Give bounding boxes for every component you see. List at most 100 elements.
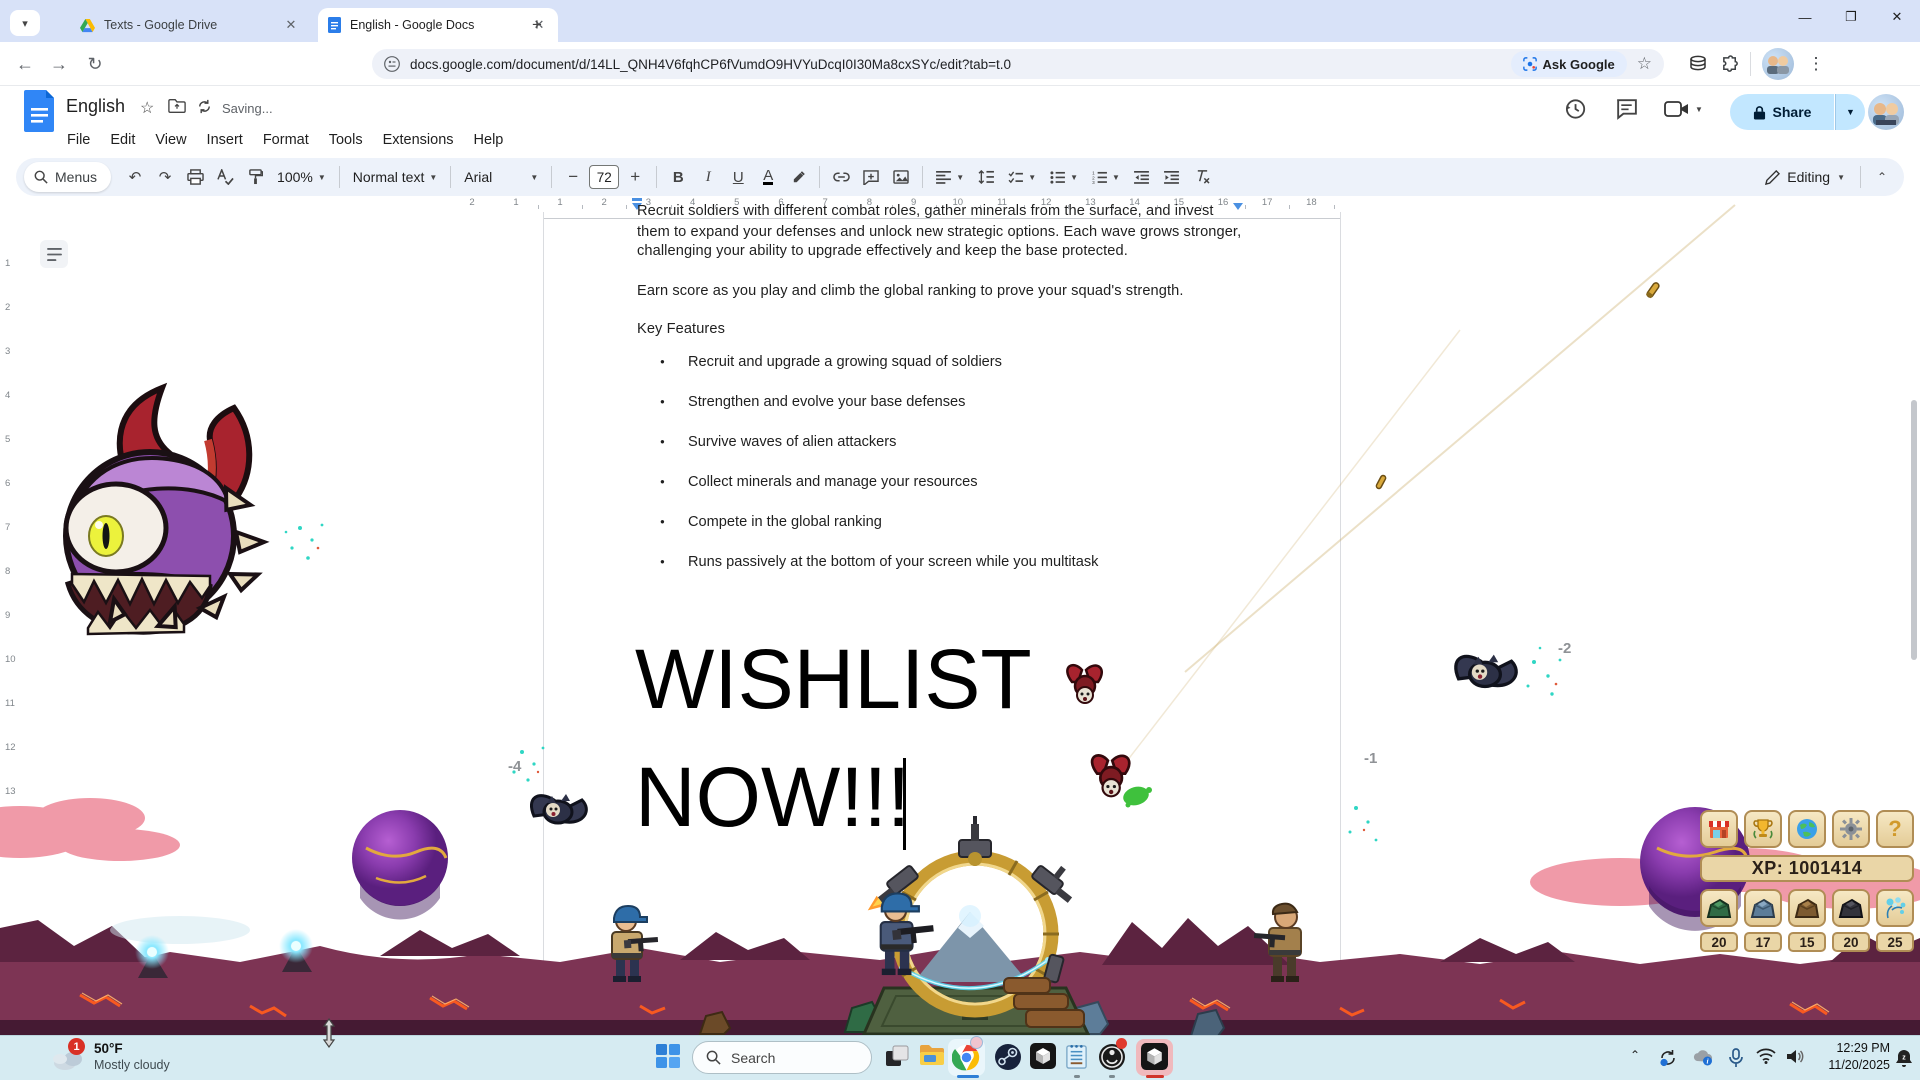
align-button[interactable]: ▼ <box>930 163 970 191</box>
tray-microphone-icon[interactable] <box>1728 1048 1744 1068</box>
browser-profile-avatar[interactable] <box>1762 48 1794 80</box>
underline-button[interactable]: U <box>724 163 752 191</box>
steam-taskbar-button[interactable] <box>994 1043 1022 1071</box>
resource-black-mineral[interactable] <box>1832 889 1870 927</box>
tab-search-button[interactable]: ▾ <box>10 10 40 36</box>
unity-taskbar-button[interactable] <box>1030 1043 1056 1069</box>
font-size-input[interactable]: 72 <box>589 165 619 189</box>
forward-button[interactable]: → <box>42 47 76 81</box>
bold-button[interactable]: B <box>664 163 692 191</box>
tray-onedrive-icon[interactable]: i <box>1692 1048 1714 1066</box>
undo-button[interactable]: ↶ <box>121 163 149 191</box>
menu-edit[interactable]: Edit <box>101 130 144 156</box>
tray-wifi-icon[interactable] <box>1756 1048 1776 1064</box>
redo-button[interactable]: ↷ <box>151 163 179 191</box>
task-view-button[interactable] <box>884 1043 910 1069</box>
increase-indent-button[interactable] <box>1158 163 1186 191</box>
tab-google-docs[interactable]: English - Google Docs ✕ <box>318 8 558 42</box>
insert-link-button[interactable] <box>827 163 855 191</box>
bookmark-star-icon[interactable]: ☆ <box>1637 54 1652 74</box>
notification-bell-icon[interactable]: z <box>1894 1048 1914 1068</box>
taskbar-search[interactable]: Search <box>692 1041 872 1074</box>
ask-google-chip[interactable]: Ask Google <box>1511 51 1627 77</box>
ruler-tick <box>1289 205 1290 209</box>
share-button[interactable]: Share <box>1730 94 1834 130</box>
join-call-button[interactable]: ▼ <box>1664 98 1703 120</box>
start-button[interactable] <box>655 1043 681 1069</box>
help-button[interactable]: ? <box>1876 810 1914 848</box>
file-explorer-button[interactable] <box>918 1043 946 1067</box>
account-avatar[interactable] <box>1868 94 1904 130</box>
insert-image-button[interactable] <box>887 163 915 191</box>
browser-menu-icon[interactable]: ⋮ <box>1802 50 1830 78</box>
menu-help[interactable]: Help <box>465 130 513 156</box>
tray-chevron-up[interactable]: ⌃ <box>1630 1048 1640 1062</box>
editing-mode-select[interactable]: Editing ▼ <box>1757 169 1853 185</box>
settings-button[interactable] <box>1832 810 1870 848</box>
chrome-running-indicator <box>957 1075 979 1078</box>
paragraph-style-select[interactable]: Normal text▼ <box>347 163 444 191</box>
resource-blue-mineral[interactable] <box>1744 889 1782 927</box>
game-taskbar-button[interactable] <box>1141 1043 1168 1070</box>
menu-tools[interactable]: Tools <box>320 130 372 156</box>
tray-sync-icon[interactable] <box>1658 1048 1678 1068</box>
menu-insert[interactable]: Insert <box>198 130 252 156</box>
italic-button[interactable]: I <box>694 163 722 191</box>
extension-stack-icon[interactable] <box>1684 50 1712 78</box>
window-maximize-button[interactable]: ❐ <box>1828 0 1874 34</box>
tab-close-icon[interactable]: ✕ <box>282 16 300 34</box>
ruler-number: 11 <box>5 698 15 709</box>
globe-button[interactable] <box>1788 810 1826 848</box>
add-comment-button[interactable] <box>857 163 885 191</box>
new-tab-button[interactable]: + <box>524 12 550 38</box>
tab-google-drive[interactable]: Texts - Google Drive ✕ <box>70 8 310 42</box>
resource-crystal-flower[interactable] <box>1876 889 1914 927</box>
tray-volume-icon[interactable] <box>1786 1048 1806 1065</box>
document-scrollbar[interactable] <box>1911 400 1917 660</box>
increase-font-button[interactable]: + <box>621 163 649 191</box>
zoom-select[interactable]: 100%▼ <box>271 163 332 191</box>
line-spacing-button[interactable] <box>972 163 1000 191</box>
document-tabs-button[interactable] <box>40 240 68 268</box>
extensions-puzzle-icon[interactable] <box>1716 50 1744 78</box>
menu-file[interactable]: File <box>58 130 99 156</box>
move-folder-icon[interactable] <box>168 98 186 114</box>
comments-icon[interactable] <box>1614 96 1639 121</box>
resource-brown-mineral[interactable] <box>1788 889 1826 927</box>
paint-format-button[interactable] <box>241 163 269 191</box>
right-indent-marker[interactable] <box>1233 203 1243 210</box>
hide-menus-button[interactable]: ⌃ <box>1868 163 1896 191</box>
highlight-button[interactable] <box>784 163 812 191</box>
decrease-font-button[interactable]: − <box>559 163 587 191</box>
decrease-indent-button[interactable] <box>1128 163 1156 191</box>
clear-formatting-button[interactable] <box>1188 163 1216 191</box>
taskbar-clock[interactable]: 12:29 PM 11/20/2025 <box>1812 1040 1890 1074</box>
increase-indent-icon <box>1164 171 1179 184</box>
bulleted-list-button[interactable]: ▼ <box>1044 163 1084 191</box>
text-color-button[interactable]: A <box>754 163 782 191</box>
menu-extensions[interactable]: Extensions <box>374 130 463 156</box>
menu-view[interactable]: View <box>146 130 195 156</box>
menu-format[interactable]: Format <box>254 130 318 156</box>
first-line-indent-marker[interactable] <box>632 198 642 201</box>
url-bar[interactable]: docs.google.com/document/d/14LL_QNH4V6fq… <box>372 49 1664 79</box>
numbered-list-button[interactable]: 123 ▼ <box>1086 163 1126 191</box>
toolbar-menus-search[interactable]: Menus <box>24 162 111 192</box>
document-title[interactable]: English <box>66 96 125 117</box>
notepad-taskbar-button[interactable] <box>1064 1043 1089 1070</box>
print-button[interactable] <box>181 163 209 191</box>
docs-logo[interactable] <box>24 90 56 132</box>
trophy-button[interactable] <box>1744 810 1782 848</box>
shop-button[interactable] <box>1700 810 1738 848</box>
checklist-button[interactable]: ▼ <box>1002 163 1042 191</box>
resource-green-mineral[interactable] <box>1700 889 1738 927</box>
spellcheck-button[interactable] <box>211 163 239 191</box>
tab-label: English - Google Docs <box>350 18 521 32</box>
back-button[interactable]: ← <box>8 47 42 81</box>
window-minimize-button[interactable]: — <box>1782 0 1828 34</box>
window-close-button[interactable]: ✕ <box>1874 0 1920 34</box>
version-history-icon[interactable] <box>1562 96 1588 122</box>
star-document-icon[interactable]: ☆ <box>140 98 154 118</box>
font-family-select[interactable]: Arial▼ <box>458 163 544 191</box>
reload-button[interactable]: ↻ <box>78 47 112 81</box>
